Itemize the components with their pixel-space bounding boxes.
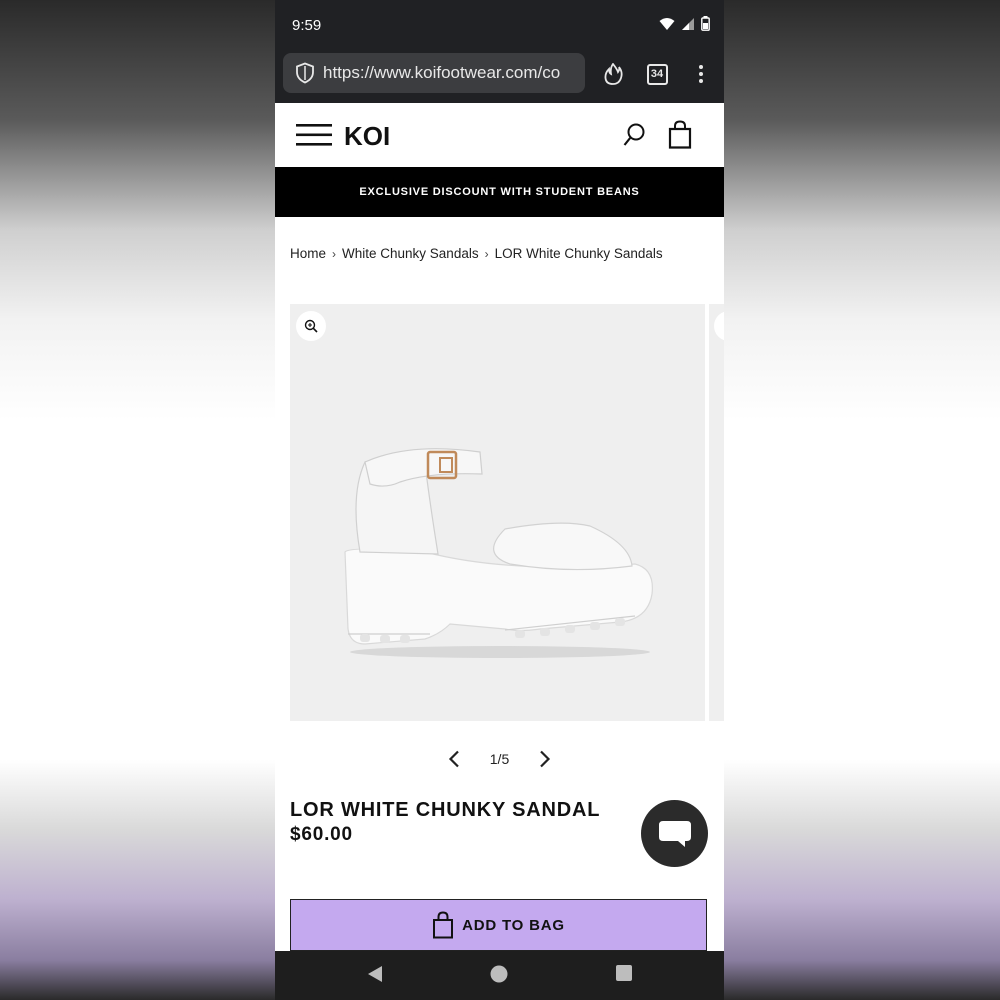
system-navigation-bar [275,951,724,1000]
tab-switcher-button[interactable]: 34 [644,61,670,87]
promo-banner[interactable]: EXCLUSIVE DISCOUNT WITH STUDENT BEANS [275,167,724,217]
url-bar[interactable]: https://www.koifootwear.com/co [283,53,585,93]
breadcrumb-home[interactable]: Home [290,246,326,261]
browser-toolbar: https://www.koifootwear.com/co 34 [275,52,724,103]
site-logo[interactable]: KOI [344,121,390,152]
battery-icon [701,16,710,31]
status-icons [659,16,710,31]
status-bar: 9:59 [275,0,724,52]
background-blur-right [724,0,1000,1000]
hamburger-menu-icon[interactable] [296,123,332,147]
chat-bubble-icon [658,820,691,847]
product-image[interactable] [290,304,705,721]
breadcrumb: Home › White Chunky Sandals › LOR White … [290,246,663,261]
sandal-illustration [344,448,653,658]
fire-icon[interactable] [600,61,626,87]
shield-icon[interactable] [295,62,315,84]
tab-count: 34 [646,63,668,85]
pager-count: 1/5 [489,751,510,767]
background-blur-left [0,0,275,1000]
add-to-bag-button[interactable]: ADD TO BAG [290,899,707,951]
chat-button[interactable] [641,800,708,867]
breadcrumb-category[interactable]: White Chunky Sandals [342,246,479,261]
zoom-icon[interactable] [296,311,326,341]
chevron-right-icon[interactable] [539,750,551,768]
add-to-bag-label: ADD TO BAG [462,916,565,934]
chevron-left-icon[interactable] [448,750,460,768]
shopping-bag-icon[interactable] [668,120,692,149]
more-menu-icon[interactable] [688,61,714,87]
product-price: $60.00 [290,824,353,845]
phone-screen: 9:59 https://www.koifootwear.com/co 34 K… [275,0,724,1000]
recents-icon[interactable] [616,965,632,981]
home-icon[interactable] [490,965,508,983]
breadcrumb-separator: › [332,246,337,261]
back-icon[interactable] [367,965,383,983]
signal-icon [682,17,694,30]
breadcrumb-current: LOR White Chunky Sandals [494,246,663,261]
wifi-icon [659,17,675,30]
gallery-pager: 1/5 [275,745,724,773]
url-text[interactable]: https://www.koifootwear.com/co [323,63,560,83]
next-product-image-peek[interactable] [709,304,724,721]
zoom-icon[interactable] [714,311,724,341]
product-title: LOR WHITE CHUNKY SANDAL [290,799,601,821]
search-icon[interactable] [623,123,645,147]
breadcrumb-separator: › [484,246,489,261]
shopping-bag-icon [433,911,454,939]
status-time: 9:59 [292,17,322,34]
site-header: KOI [275,103,724,167]
